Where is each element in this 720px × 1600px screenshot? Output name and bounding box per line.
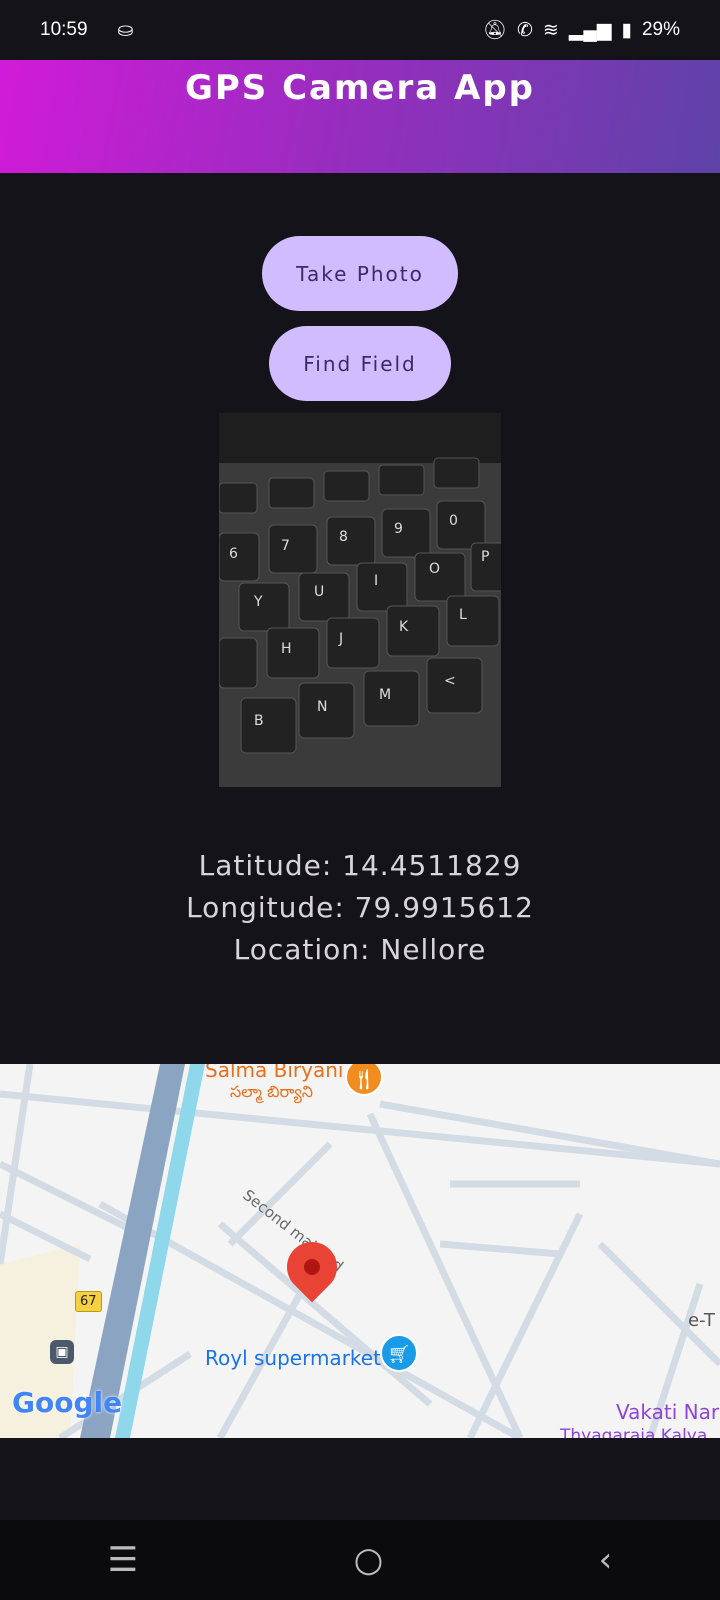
app-title: GPS Camera App [184,68,536,108]
location-text: Location: Nellore [233,933,487,966]
svg-text:7: 7 [281,538,290,554]
take-photo-button[interactable]: Take Photo [262,236,458,311]
captured-photo: 6 7 8 9 0 Y U I O P H J K L B N M < [219,413,501,787]
signal-icon: ▂▄▆ [568,19,612,41]
restaurant-label[interactable]: Salma Biryani సల్మా బిర్యాని [205,1064,343,1105]
svg-text:L: L [459,607,467,623]
svg-text:9: 9 [394,521,403,537]
svg-text:6: 6 [229,546,238,562]
svg-text:U: U [314,584,324,600]
back-icon[interactable]: ‹ [599,1540,613,1580]
highway-shield: 67 [75,1291,102,1312]
menu-icon[interactable]: ☰ [108,1540,138,1580]
status-bar: 10:59 ⛀ 🔕︎ ✆ ≋ ▂▄▆ ▮ 29% [0,0,720,60]
wifi-icon: ≋ [542,19,559,41]
app-bar: GPS Camera App [0,60,720,173]
battery-charging-icon: ▮ [621,19,632,41]
store-label[interactable]: Royl supermarket [205,1346,381,1370]
google-logo: Google [12,1386,123,1419]
svg-text:P: P [481,549,489,565]
svg-text:I: I [374,573,378,589]
svg-text:B: B [254,713,264,729]
cart-icon[interactable]: 🛒︎ [380,1334,418,1372]
svg-text:O: O [429,561,440,577]
svg-text:M: M [379,687,391,703]
find-field-button[interactable]: Find Field [269,326,451,401]
svg-text:8: 8 [339,529,348,545]
wifi-call-icon: ✆ [516,19,533,41]
svg-text:K: K [399,619,409,635]
edge-label: e-T [688,1310,715,1331]
android-debug-icon: ⛀ [117,19,134,41]
location-info: Latitude: 14.4511829 Longitude: 79.99156… [0,845,720,971]
svg-text:0: 0 [449,513,458,529]
mute-icon: 🔕︎ [482,20,507,41]
svg-text:<: < [444,673,456,689]
battery-percent: 29% [641,19,680,40]
navigation-bar: ☰ ○ ‹ [0,1520,720,1600]
svg-text:H: H [281,641,292,657]
bus-stop-icon[interactable]: ▣ [50,1340,74,1364]
clock: 10:59 [40,19,88,40]
temple-label-2: Thyagaraja Kalya [560,1426,708,1438]
temple-label[interactable]: Vakati Nars [616,1400,720,1424]
map-view[interactable]: Salma Biryani సల్మా బిర్యాని 🍴︎ Second ma… [0,1064,720,1438]
svg-text:J: J [338,631,343,647]
svg-text:N: N [317,699,327,715]
latitude-text: Latitude: 14.4511829 [198,849,522,882]
longitude-text: Longitude: 79.9915612 [186,891,534,924]
svg-text:Y: Y [253,594,263,610]
home-icon[interactable]: ○ [354,1540,384,1580]
